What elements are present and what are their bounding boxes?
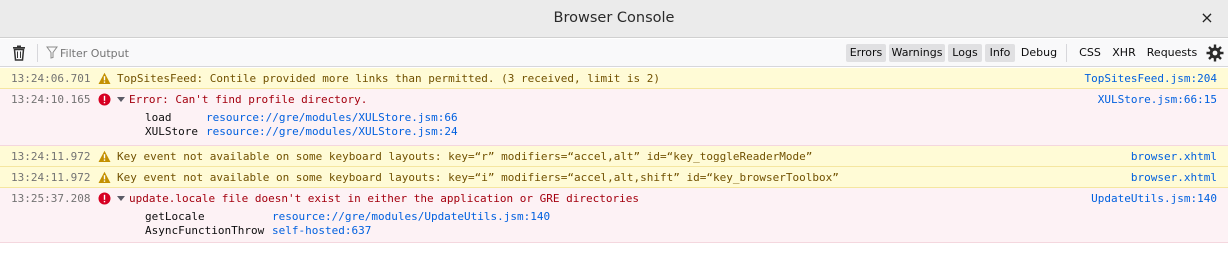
message-location-link[interactable]: browser.xhtml	[1131, 171, 1217, 185]
message-timestamp: 13:24:11.972	[11, 171, 91, 184]
message-timestamp: 13:25:37.208	[11, 192, 91, 205]
stack-frame-location-link[interactable]: resource://gre/modules/XULStore.jsm:66	[206, 111, 458, 125]
console-message-warning: 13:24:11.972 Key event not available on …	[0, 167, 1228, 188]
message-location-link[interactable]: UpdateUtils.jsm:140	[1091, 192, 1217, 206]
stack-frame: getLocale resource://gre/modules/UpdateU…	[0, 210, 1228, 224]
message-location-link[interactable]: XULStore.jsm:66:15	[1098, 93, 1217, 107]
console-message-error: 13:24:10.165 Error: Can't find profile d…	[0, 89, 1228, 146]
console-message-error: 13:25:37.208 update.locale file doesn't …	[0, 188, 1228, 243]
debug-filter-button[interactable]: Debug	[1019, 44, 1059, 62]
warning-icon	[98, 72, 111, 84]
warnings-filter-button[interactable]: Warnings	[889, 44, 945, 62]
stack-frame-location-link[interactable]: self-hosted:637	[272, 224, 371, 238]
stack-frame: XULStore resource://gre/modules/XULStore…	[0, 125, 1228, 139]
xhr-filter-button[interactable]: XHR	[1109, 44, 1139, 62]
stack-frame: AsyncFunctionThrow self-hosted:637	[0, 224, 1228, 238]
expand-toggle[interactable]	[117, 97, 125, 102]
stack-frame-function: getLocale	[145, 210, 205, 223]
expand-toggle[interactable]	[117, 196, 125, 201]
trash-icon[interactable]	[10, 44, 28, 62]
css-filter-button[interactable]: CSS	[1075, 44, 1105, 62]
stack-frame-function: AsyncFunctionThrow	[145, 224, 265, 237]
message-timestamp: 13:24:06.701	[11, 72, 91, 85]
console-message-warning: 13:24:11.972 Key event not available on …	[0, 146, 1228, 167]
message-text: Key event not available on some keyboard…	[117, 150, 813, 163]
message-text: Error: Can't find profile directory.	[129, 93, 368, 106]
filter-icon	[46, 46, 58, 59]
console-message-warning: 13:24:06.701 TopSitesFeed: Contile provi…	[0, 68, 1228, 89]
filter-input[interactable]	[60, 44, 360, 62]
stack-frame-function: load	[145, 111, 172, 124]
stack-frame-location-link[interactable]: resource://gre/modules/XULStore.jsm:24	[206, 125, 458, 139]
message-timestamp: 13:24:10.165	[11, 93, 91, 106]
message-text: TopSitesFeed: Contile provided more link…	[117, 72, 661, 85]
message-text: update.locale file doesn't exist in eith…	[129, 192, 639, 205]
errors-filter-button[interactable]: Errors	[846, 44, 886, 62]
requests-filter-button[interactable]: Requests	[1143, 44, 1201, 62]
gear-icon[interactable]	[1205, 43, 1225, 63]
stack-frame-function: XULStore	[145, 125, 198, 138]
warning-icon	[98, 171, 111, 183]
error-icon	[98, 93, 111, 106]
warning-icon	[98, 150, 111, 162]
stack-frame-location-link[interactable]: resource://gre/modules/UpdateUtils.jsm:1…	[272, 210, 550, 224]
window-title: Browser Console	[553, 10, 675, 26]
message-timestamp: 13:24:11.972	[11, 150, 91, 163]
title-bar: Browser Console ×	[0, 0, 1228, 38]
close-button[interactable]: ×	[1198, 9, 1216, 27]
logs-filter-button[interactable]: Logs	[948, 44, 982, 62]
console-toolbar: Errors Warnings Logs Info Debug CSS XHR …	[0, 39, 1228, 67]
info-filter-button[interactable]: Info	[985, 44, 1015, 62]
message-location-link[interactable]: TopSitesFeed.jsm:204	[1085, 72, 1217, 86]
stack-frame: load resource://gre/modules/XULStore.jsm…	[0, 111, 1228, 125]
message-text: Key event not available on some keyboard…	[117, 171, 839, 184]
toolbar-divider	[37, 44, 38, 62]
toolbar-divider	[1066, 44, 1067, 62]
error-icon	[98, 192, 111, 205]
message-location-link[interactable]: browser.xhtml	[1131, 150, 1217, 164]
